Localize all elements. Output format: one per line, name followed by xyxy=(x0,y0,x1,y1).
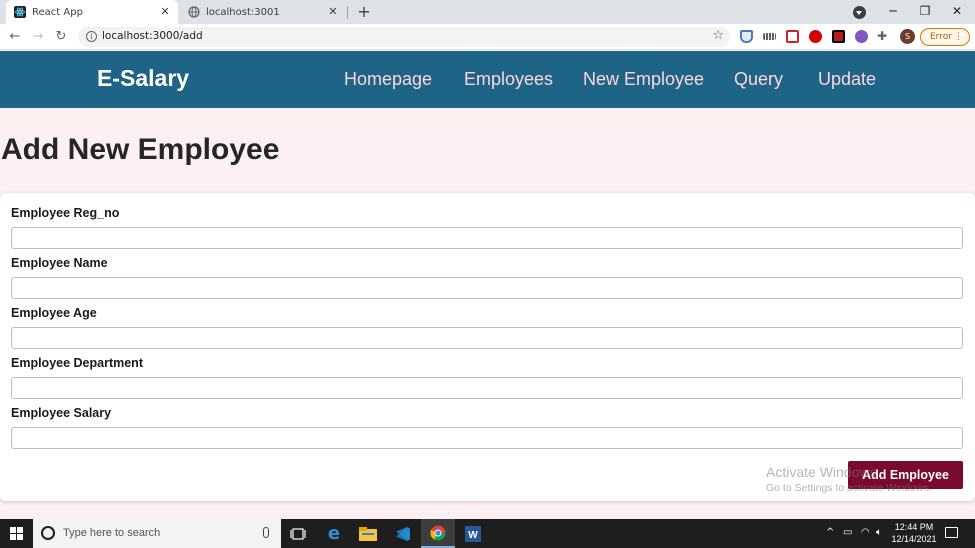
error-label: Error xyxy=(930,32,952,42)
show-hidden-icons-chevron-icon[interactable]: ^ xyxy=(826,527,834,538)
department-label: Employee Department xyxy=(11,356,143,370)
forward-arrow-icon[interactable]: → xyxy=(29,28,47,46)
profile-avatar[interactable]: S xyxy=(900,29,915,44)
tab-localhost-3001[interactable]: localhost:3001 ✕ xyxy=(180,0,346,24)
browser-tabstrip: React App ✕ localhost:3001 ✕ + ─ ❐ ✕ xyxy=(0,0,975,24)
taskbar-clock[interactable]: 12:44 PM 12/14/2021 xyxy=(888,521,940,545)
window-close-icon[interactable]: ✕ xyxy=(946,2,968,20)
address-bar[interactable]: i localhost:3000/add ☆ xyxy=(78,27,730,47)
globe-icon xyxy=(188,6,200,18)
shield-extension-icon[interactable] xyxy=(740,30,753,43)
bars-extension-icon[interactable] xyxy=(763,33,776,40)
name-label: Employee Name xyxy=(11,256,108,270)
nav-link-employees[interactable]: Employees xyxy=(464,69,553,90)
minimize-icon[interactable]: ─ xyxy=(882,2,904,20)
action-center-icon[interactable] xyxy=(945,527,958,538)
salary-input[interactable] xyxy=(11,427,963,449)
red-circle-extension-icon[interactable] xyxy=(809,30,822,43)
reg-no-label: Employee Reg_no xyxy=(11,206,120,220)
purple-extension-icon[interactable] xyxy=(855,30,868,43)
clock-time: 12:44 PM xyxy=(894,522,934,532)
tab-title: React App xyxy=(32,6,83,18)
microphone-icon[interactable] xyxy=(263,527,269,538)
nav-link-new-employee[interactable]: New Employee xyxy=(583,69,704,90)
new-tab-plus-icon[interactable]: + xyxy=(355,3,373,21)
task-view-icon[interactable] xyxy=(281,519,315,548)
age-input[interactable] xyxy=(11,327,963,349)
tab-react-app[interactable]: React App ✕ xyxy=(6,0,178,24)
back-arrow-icon[interactable]: ← xyxy=(6,28,24,46)
site-info-icon[interactable]: i xyxy=(86,31,97,42)
restore-icon[interactable]: ❐ xyxy=(914,2,936,20)
taskbar-search-placeholder: Type here to search xyxy=(63,527,161,539)
tab-separator xyxy=(347,6,348,19)
tab-close-icon[interactable]: ✕ xyxy=(326,5,340,19)
error-badge[interactable]: Error ⋮ xyxy=(920,28,970,46)
tab-search-icon[interactable] xyxy=(853,6,866,19)
cortana-circle-icon xyxy=(41,526,55,540)
battery-icon[interactable]: ▭ xyxy=(843,527,852,538)
taskbar-search-box[interactable]: Type here to search xyxy=(33,519,281,548)
clock-date: 12/14/2021 xyxy=(891,534,937,544)
add-employee-form: Employee Reg_no Employee Name Employee A… xyxy=(0,193,975,501)
tab-close-icon[interactable]: ✕ xyxy=(158,5,172,19)
red-box-extension-icon[interactable] xyxy=(786,30,799,43)
salary-label: Employee Salary xyxy=(11,406,112,420)
dark-red-extension-icon[interactable] xyxy=(832,30,845,43)
wifi-icon[interactable]: ◠ xyxy=(861,527,870,538)
reload-icon[interactable]: ↻ xyxy=(52,28,70,46)
more-vert-icon: ⋮ xyxy=(954,32,963,42)
react-favicon-icon xyxy=(14,6,26,18)
word-icon[interactable]: W xyxy=(456,519,490,548)
app-navbar: E-Salary Homepage Employees New Employee… xyxy=(0,51,975,108)
name-input[interactable] xyxy=(11,277,963,299)
tab-title: localhost:3001 xyxy=(206,6,280,18)
nav-link-homepage[interactable]: Homepage xyxy=(344,69,432,90)
svg-text:W: W xyxy=(468,530,478,541)
address-url[interactable]: localhost:3000/add xyxy=(102,30,203,42)
age-label: Employee Age xyxy=(11,306,97,320)
volume-icon[interactable]: 🔈︎ xyxy=(876,527,882,538)
nav-link-query[interactable]: Query xyxy=(734,69,783,90)
reg-no-input[interactable] xyxy=(11,227,963,249)
puzzle-extensions-icon[interactable]: ✚ xyxy=(877,30,890,43)
department-input[interactable] xyxy=(11,377,963,399)
chrome-icon[interactable] xyxy=(421,519,455,548)
edge-browser-icon[interactable]: e xyxy=(317,519,351,548)
brand-logo[interactable]: E-Salary xyxy=(97,65,189,92)
nav-link-update[interactable]: Update xyxy=(818,69,876,90)
page-title: Add New Employee xyxy=(1,133,280,166)
bookmark-star-icon[interactable]: ☆ xyxy=(712,28,724,43)
add-employee-button[interactable]: Add Employee xyxy=(848,461,963,489)
windows-start-icon[interactable] xyxy=(10,527,24,541)
windows-taskbar: Type here to search e W ^ ▭ ◠ 🔈︎ 12:44 P… xyxy=(0,519,975,548)
file-explorer-icon[interactable] xyxy=(351,519,385,548)
vscode-icon[interactable] xyxy=(386,519,420,548)
browser-toolbar: ← → ↻ i localhost:3000/add ☆ ✚ S Error ⋮ xyxy=(0,24,975,50)
